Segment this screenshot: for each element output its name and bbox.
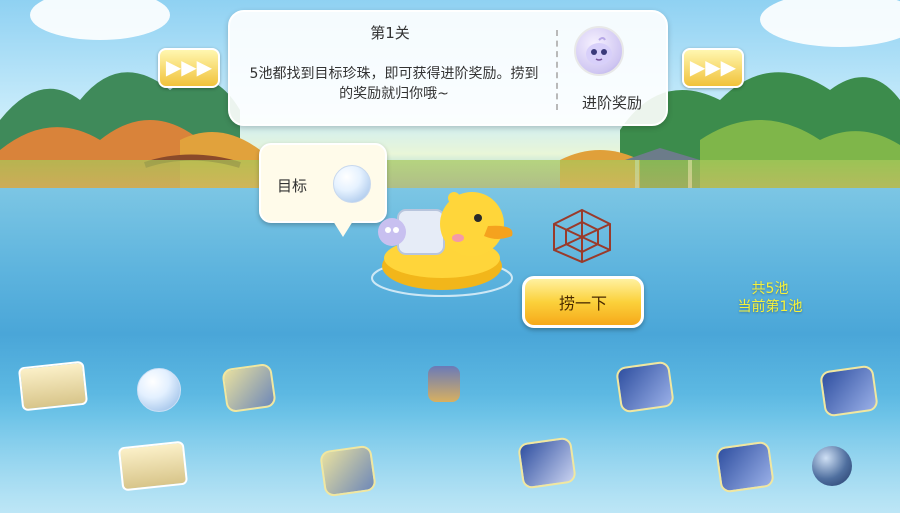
duck-boat-player [371, 192, 513, 297]
pool-status: 共5池 当前第1池 [720, 280, 820, 316]
pool-current: 当前第1池 [737, 299, 803, 315]
treasure-map-icon[interactable] [117, 440, 189, 492]
puzzle-piece-icon[interactable] [615, 360, 675, 414]
pearl-icon [333, 165, 371, 203]
advanced-reward-icon[interactable] [574, 26, 624, 76]
puzzle-piece-icon[interactable] [715, 440, 775, 494]
puzzle-piece-icon[interactable] [517, 436, 577, 490]
level-description: 5池都找到目标珍珠，即可获得进阶奖励。捞到的奖励就归你哦~ [249, 66, 539, 102]
target-label: 目标 [277, 177, 308, 195]
puzzle-piece-icon[interactable] [221, 362, 277, 414]
panel-divider [556, 30, 558, 110]
fast-forward-icon: ▶▶▶ [682, 48, 744, 88]
dark-pearl-icon[interactable] [812, 446, 852, 486]
fast-forward-icon: ▶▶▶ [158, 48, 220, 88]
character-figure-icon[interactable] [428, 366, 460, 402]
reward-label: 进阶奖励 [581, 94, 642, 112]
spider-web-net-icon[interactable] [548, 208, 616, 264]
scoop-button[interactable]: 捞一下 [522, 276, 644, 328]
puzzle-piece-icon[interactable] [819, 364, 879, 418]
blob-creature-icon [586, 37, 612, 65]
pool-total: 共5池 [751, 281, 789, 297]
level-title: 第1关 [370, 24, 410, 42]
pearl-icon[interactable] [137, 368, 181, 412]
treasure-map-icon[interactable] [17, 360, 89, 412]
target-bubble: 目标 [259, 143, 387, 237]
level-info-panel: 第1关 5池都找到目标珍珠，即可获得进阶奖励。捞到的奖励就归你哦~ 进阶奖励 [228, 10, 668, 126]
puzzle-piece-icon[interactable] [319, 444, 377, 498]
